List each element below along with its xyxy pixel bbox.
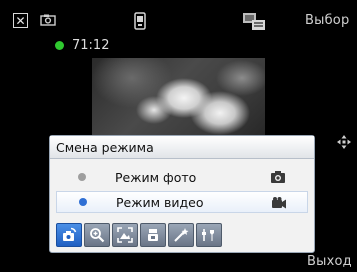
dialog-title: Смена режима bbox=[50, 136, 314, 159]
exit-softkey[interactable]: Выход bbox=[307, 254, 352, 269]
option-label: Режим фото bbox=[115, 169, 197, 185]
zoom-icon bbox=[90, 228, 105, 243]
video-camera-icon bbox=[272, 197, 286, 209]
radio-selected-icon bbox=[79, 198, 87, 206]
scene-button[interactable] bbox=[112, 223, 138, 247]
option-label: Режим видео bbox=[116, 194, 204, 210]
option-video-mode[interactable]: Режим видео bbox=[56, 191, 308, 213]
storage-icon bbox=[243, 13, 265, 30]
camera-icon bbox=[40, 14, 56, 26]
settings-button[interactable] bbox=[196, 223, 222, 247]
option-photo-mode[interactable]: Режим фото bbox=[56, 166, 308, 188]
close-icon: ✕ bbox=[15, 13, 26, 28]
status-dot-icon bbox=[55, 41, 64, 50]
effects-icon bbox=[174, 228, 189, 242]
select-softkey[interactable]: Выбор bbox=[305, 13, 349, 28]
flash-icon bbox=[148, 229, 158, 241]
mode-change-button[interactable] bbox=[56, 223, 82, 247]
close-button[interactable]: ✕ bbox=[13, 13, 28, 28]
recording-timer: 71:12 bbox=[55, 38, 109, 53]
effects-button[interactable] bbox=[168, 223, 194, 247]
mode-icon bbox=[134, 12, 146, 30]
mode-change-icon bbox=[63, 227, 77, 241]
zoom-button[interactable] bbox=[84, 223, 110, 247]
navigation-arrows-icon bbox=[337, 135, 351, 149]
flash-button[interactable] bbox=[140, 223, 166, 247]
mode-change-dialog: Смена режима Режим фото Режим видео bbox=[49, 135, 315, 253]
photo-camera-icon bbox=[271, 171, 285, 183]
timer-text: 71:12 bbox=[72, 38, 110, 53]
scene-icon bbox=[117, 227, 133, 243]
camera-toolbar bbox=[56, 223, 276, 247]
settings-icon bbox=[202, 229, 214, 241]
radio-unselected-icon bbox=[78, 173, 86, 181]
